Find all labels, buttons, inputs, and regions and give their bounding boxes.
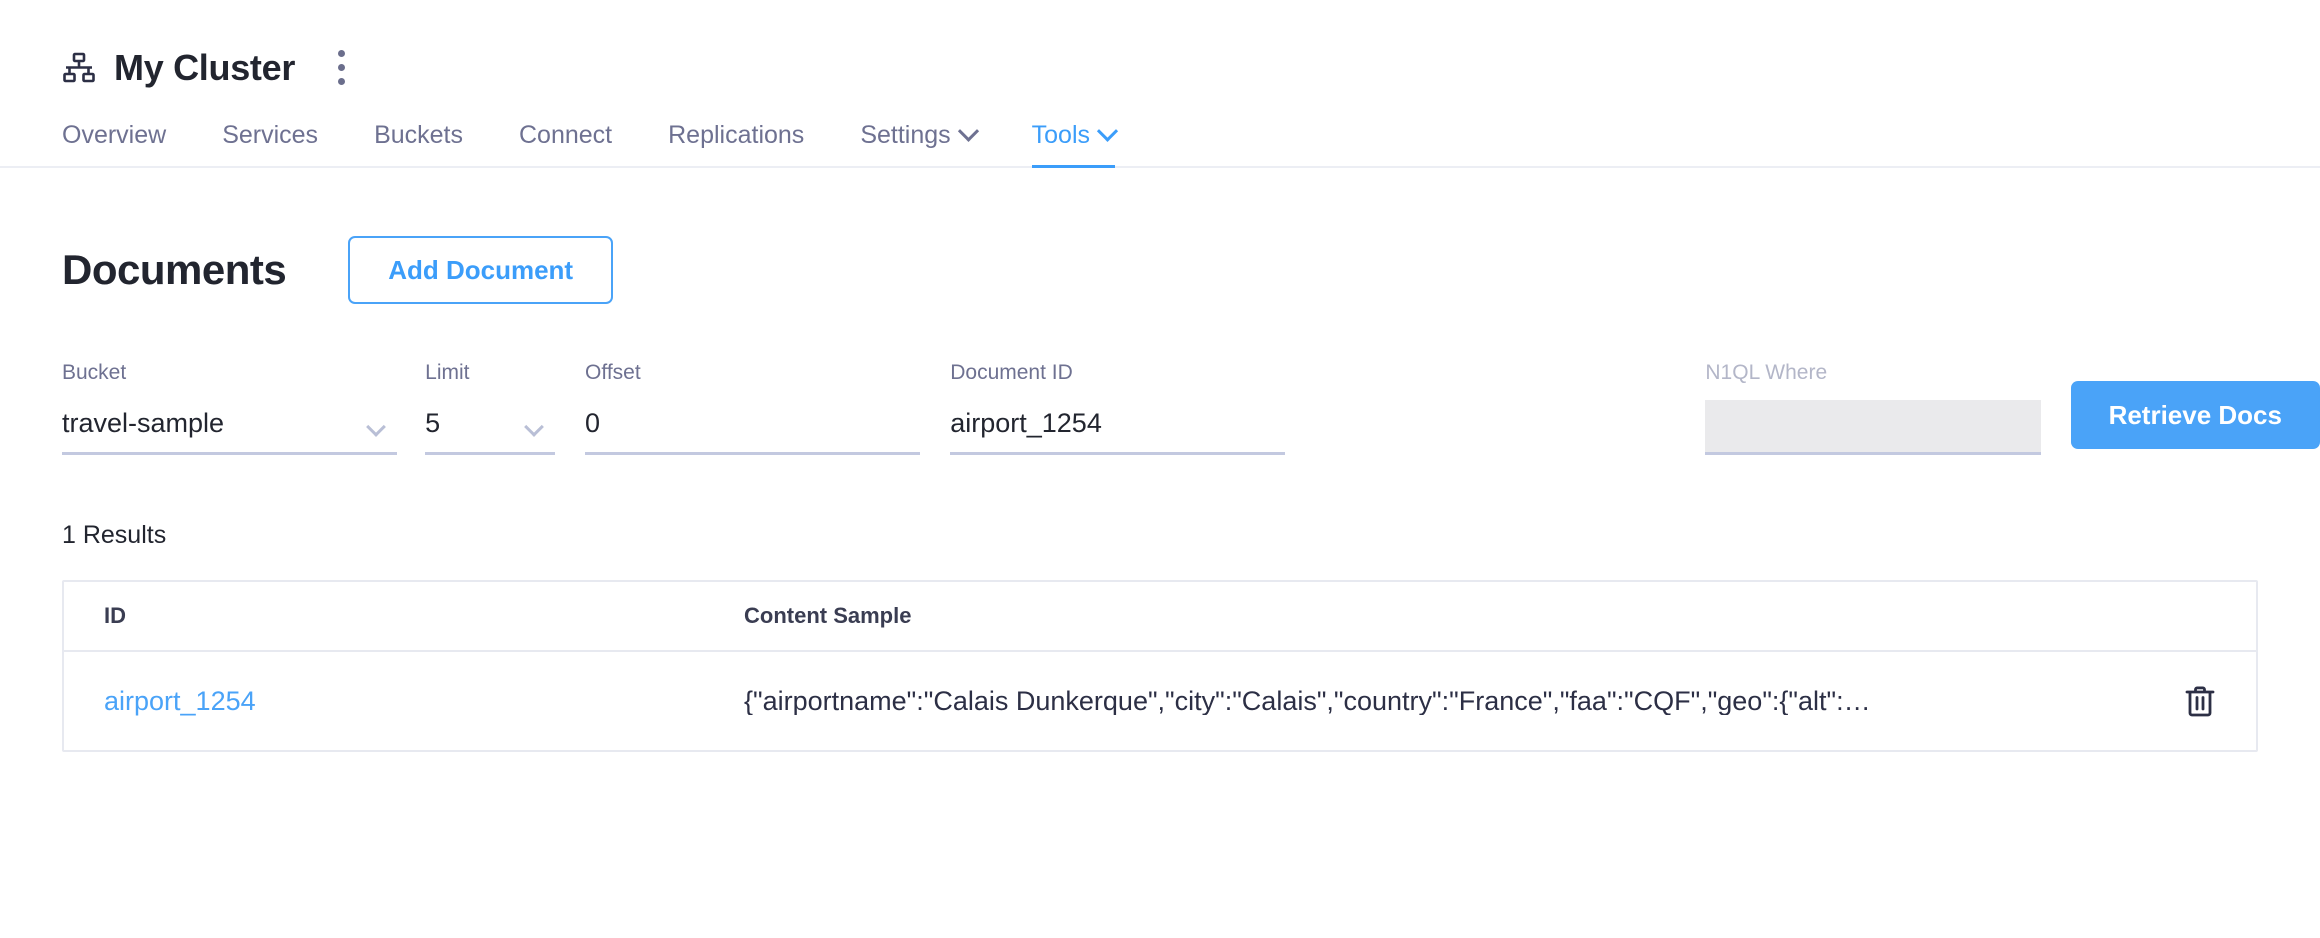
table-header-row: ID Content Sample [64, 582, 2256, 652]
table-row: airport_1254 {"airportname":"Calais Dunk… [64, 652, 2256, 750]
bucket-field: Bucket travel-sample [62, 361, 398, 455]
add-document-button[interactable]: Add Document [348, 236, 614, 304]
bucket-value: travel-sample [62, 408, 225, 438]
n1ql-where-field: N1QL Where [1705, 361, 2041, 455]
n1ql-where-input [1705, 399, 2041, 455]
results-table: ID Content Sample airport_1254 {"airport… [62, 580, 2258, 752]
page-title: Documents [62, 246, 287, 293]
tab-buckets[interactable]: Buckets [346, 123, 491, 166]
offset-label: Offset [585, 361, 641, 384]
results-count: 1 Results [62, 521, 167, 549]
n1ql-where-disabled-box [1705, 399, 2041, 452]
limit-value: 5 [425, 408, 441, 438]
offset-input[interactable]: 0 [585, 399, 921, 455]
content-sample-cell: {"airportname":"Calais Dunkerque","city"… [744, 687, 1871, 715]
document-id-value: airport_1254 [950, 408, 1102, 438]
documents-header: Documents Add Document [0, 168, 2320, 304]
tab-label: Overview [62, 121, 167, 149]
tab-label: Replications [668, 121, 805, 149]
chevron-down-icon [366, 417, 387, 437]
offset-value: 0 [585, 408, 601, 438]
tab-tools[interactable]: Tools [1004, 120, 1143, 168]
row-actions [2096, 684, 2216, 718]
documents-filter-bar: Bucket travel-sample Limit 5 Offset 0 Do… [0, 304, 2320, 455]
tab-label: Services [222, 121, 319, 149]
chevron-down-icon [1096, 120, 1119, 142]
tab-settings[interactable]: Settings [832, 120, 1003, 166]
document-id-input[interactable]: airport_1254 [950, 399, 1286, 455]
bucket-select[interactable]: travel-sample [62, 399, 398, 455]
tab-replications[interactable]: Replications [640, 123, 832, 166]
tab-label: Connect [519, 121, 613, 149]
chevron-down-icon [957, 120, 979, 142]
kebab-dot [337, 64, 345, 71]
limit-select[interactable]: 5 [425, 399, 556, 455]
column-header-id: ID [104, 603, 126, 628]
chevron-down-icon [524, 417, 544, 437]
document-id-link[interactable]: airport_1254 [104, 687, 744, 715]
n1ql-where-label: N1QL Where [1705, 361, 1828, 384]
column-header-content-sample: Content Sample [744, 603, 912, 628]
tab-overview[interactable]: Overview [62, 123, 194, 166]
documents-page: My Cluster Overview Services Buckets Con… [0, 0, 2320, 938]
tab-connect[interactable]: Connect [491, 123, 640, 166]
tab-services[interactable]: Services [194, 123, 346, 166]
tab-label: Settings [860, 121, 951, 149]
kebab-dot [337, 50, 345, 57]
cluster-menu-button[interactable] [323, 46, 359, 90]
bucket-label: Bucket [62, 361, 127, 384]
trash-icon[interactable] [2184, 684, 2216, 718]
document-id-field: Document ID airport_1254 [950, 361, 1286, 455]
kebab-dot [337, 78, 345, 85]
tab-label: Buckets [374, 121, 463, 149]
limit-field: Limit 5 [425, 361, 556, 455]
cluster-title: My Cluster [114, 46, 296, 88]
offset-field: Offset 0 [585, 361, 921, 455]
tab-label: Tools [1031, 121, 1091, 149]
cluster-header: My Cluster [0, 0, 2320, 90]
sitemap-icon [63, 52, 95, 82]
limit-label: Limit [425, 361, 470, 384]
retrieve-docs-button[interactable]: Retrieve Docs [2070, 381, 2320, 449]
main-navigation: Overview Services Buckets Connect Replic… [0, 90, 2320, 168]
document-id-label: Document ID [950, 361, 1073, 384]
